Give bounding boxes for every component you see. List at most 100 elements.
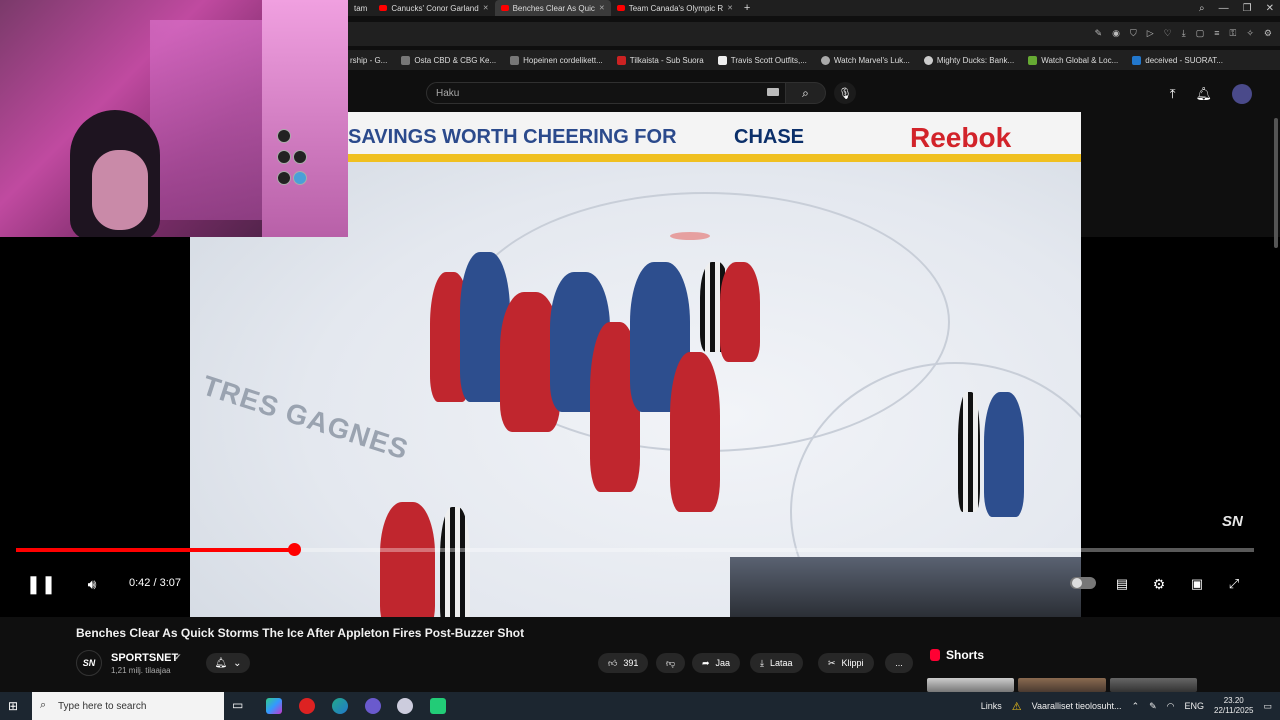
more-actions-button[interactable]: ... bbox=[885, 653, 913, 673]
bell-icon[interactable]: 🔔︎ bbox=[1195, 86, 1212, 102]
browser-tab[interactable]: tam bbox=[348, 0, 373, 16]
scissors-icon: ✂ bbox=[828, 657, 836, 668]
clock[interactable]: 23.20 22/11/2025 bbox=[1214, 696, 1253, 716]
mute-button[interactable]: 🔊︎ bbox=[82, 573, 102, 595]
scrubber-handle[interactable] bbox=[288, 543, 302, 556]
miniplayer-button[interactable]: ▣ bbox=[1187, 573, 1207, 595]
bookmark[interactable]: Mighty Ducks: Bank... bbox=[923, 55, 1014, 65]
bookmark[interactable]: Watch Global & Loc... bbox=[1028, 55, 1118, 65]
shorts-thumbnails bbox=[927, 678, 1197, 692]
shorts-heading[interactable]: Shorts bbox=[930, 648, 984, 662]
video-player[interactable]: SAVINGS WORTH CHEERING FOR CHASE Reebok … bbox=[0, 112, 1280, 617]
referee-figure bbox=[958, 392, 980, 512]
settings-button[interactable]: ⚙ bbox=[1149, 573, 1169, 595]
lock-icon[interactable]: ⚿ bbox=[1230, 28, 1237, 39]
close-icon[interactable]: ✕ bbox=[483, 4, 489, 12]
camera-icon[interactable]: ◉ bbox=[1112, 28, 1120, 39]
app-icon[interactable] bbox=[430, 698, 446, 714]
fullscreen-button[interactable]: ⤢ bbox=[1224, 573, 1244, 595]
app-icon[interactable] bbox=[266, 698, 282, 714]
subscription-bell-button[interactable]: 🔔︎ ⌄ bbox=[206, 653, 250, 673]
bookmarks-bar: rship - G... Osta CBD & CBG Ke... Hopein… bbox=[348, 50, 1280, 70]
player-scrum bbox=[430, 252, 770, 512]
opera-icon[interactable] bbox=[299, 698, 315, 714]
bookmark[interactable]: Watch Marvel's Luk... bbox=[820, 55, 910, 65]
microphone-icon: 🎙︎ bbox=[838, 87, 852, 100]
shorts-thumbnail[interactable] bbox=[927, 678, 1015, 692]
subtitles-button[interactable]: ▤ bbox=[1112, 573, 1132, 595]
keyboard-icon[interactable] bbox=[767, 88, 779, 96]
chevron-up-icon[interactable]: ⌃ bbox=[1132, 701, 1140, 712]
browser-tab-active[interactable]: Benches Clear As Quic ✕ bbox=[494, 0, 611, 16]
windows-start-icon[interactable]: ⊞ bbox=[8, 699, 22, 713]
aria-icon[interactable]: ✧ bbox=[1246, 28, 1254, 39]
new-tab-button[interactable]: + bbox=[739, 2, 755, 14]
restore-icon[interactable]: ❐ bbox=[1243, 3, 1252, 14]
tab-label: tam bbox=[354, 3, 368, 13]
scrollbar-thumb[interactable] bbox=[1274, 118, 1278, 248]
wifi-icon[interactable]: ◠ bbox=[1167, 701, 1175, 712]
links-toolbar[interactable]: Links bbox=[981, 701, 1002, 711]
browser-tab[interactable]: Team Canada's Olympic R ✕ bbox=[611, 0, 739, 16]
play-icon[interactable]: ▷ bbox=[1147, 28, 1154, 39]
page-scrollbar[interactable] bbox=[1272, 112, 1280, 692]
close-icon[interactable]: ✕ bbox=[727, 4, 733, 12]
player-figure bbox=[984, 392, 1024, 517]
app-icon[interactable] bbox=[397, 698, 413, 714]
taskbar-search-input[interactable]: ⌕ Type here to search bbox=[32, 692, 224, 720]
channel-name[interactable]: SPORTSNET bbox=[111, 652, 178, 664]
upload-icon[interactable]: ⤒ bbox=[1170, 86, 1176, 102]
edge-icon[interactable] bbox=[332, 698, 348, 714]
close-icon[interactable]: ✕ bbox=[599, 4, 605, 12]
avatar[interactable] bbox=[1232, 84, 1252, 104]
dislike-button[interactable]: 👎︎ bbox=[656, 653, 686, 673]
language-indicator[interactable]: ENG bbox=[1185, 701, 1205, 711]
extension-icons: ✎ ◉ ⛉ ▷ ♡ ⤓ ▢ ≡ ⚿ ✧ ⚙ bbox=[1095, 28, 1272, 39]
progress-bar[interactable] bbox=[16, 543, 1254, 556]
notification-icon[interactable]: ▭ bbox=[1263, 701, 1272, 712]
close-window-icon[interactable]: ✕ bbox=[1266, 3, 1274, 14]
search-input[interactable]: Haku bbox=[426, 82, 786, 104]
bookmark[interactable]: Travis Scott Outfits,... bbox=[717, 55, 807, 65]
progress-played bbox=[16, 548, 295, 552]
heart-icon[interactable]: ♡ bbox=[1164, 28, 1172, 39]
shorts-label: Shorts bbox=[946, 648, 985, 662]
bookmark[interactable]: rship - G... bbox=[350, 56, 387, 65]
weather-warning[interactable]: Vaaralliset tieolosuht... bbox=[1032, 701, 1122, 711]
bookmark[interactable]: Tilkaista - Sub Suora bbox=[616, 55, 704, 65]
edit-icon[interactable]: ✎ bbox=[1095, 28, 1103, 39]
browser-tab[interactable]: Canucks' Conor Garland ✕ bbox=[373, 0, 494, 16]
like-button[interactable]: 👍︎ 391 bbox=[598, 653, 649, 673]
shield-icon[interactable]: ⛉ bbox=[1130, 28, 1137, 39]
discord-icon[interactable] bbox=[365, 698, 381, 714]
download-icon[interactable]: ⤓ bbox=[1182, 28, 1186, 39]
warning-icon[interactable]: ⚠ bbox=[1012, 700, 1022, 713]
screen: tam Canucks' Conor Garland ✕ Benches Clea… bbox=[0, 0, 1280, 720]
download-button[interactable]: ⤓ Lataa bbox=[750, 653, 803, 673]
autoplay-toggle[interactable] bbox=[1070, 577, 1096, 589]
bookmark[interactable]: Osta CBD & CBG Ke... bbox=[401, 55, 496, 65]
download-label: Lataa bbox=[769, 658, 793, 668]
clip-button[interactable]: ✂ Klippi bbox=[818, 653, 874, 673]
bookmark[interactable]: Hopeinen cordelikett... bbox=[510, 55, 603, 65]
voice-search-button[interactable]: 🎙︎ bbox=[834, 82, 856, 104]
share-button[interactable]: ➦ Jaa bbox=[692, 653, 741, 673]
pen-icon[interactable]: ✎ bbox=[1149, 701, 1157, 712]
header-actions: ⤒ 🔔︎ bbox=[1170, 84, 1252, 104]
wall-stickers bbox=[276, 128, 316, 198]
pause-button[interactable]: ❚❚ bbox=[26, 573, 56, 595]
minimize-icon[interactable]: — bbox=[1219, 3, 1229, 14]
bookmark[interactable]: deceived - SUORAT... bbox=[1132, 55, 1223, 65]
thumbs-down-icon: 👎︎ bbox=[666, 657, 676, 668]
task-view-icon[interactable]: ▭ bbox=[232, 698, 248, 714]
wallet-icon[interactable]: ▢ bbox=[1196, 28, 1205, 39]
search-tabs-icon[interactable]: ⌕ bbox=[1199, 3, 1205, 14]
search-button[interactable]: ⌕ bbox=[786, 82, 826, 104]
channel-avatar[interactable]: SN bbox=[76, 650, 102, 676]
settings-icon[interactable]: ⚙ bbox=[1264, 28, 1272, 39]
shorts-thumbnail[interactable] bbox=[1018, 678, 1106, 692]
shorts-thumbnail[interactable] bbox=[1109, 678, 1197, 692]
menu-icon[interactable]: ≡ bbox=[1214, 28, 1219, 39]
address-bar[interactable]: ✎ ◉ ⛉ ▷ ♡ ⤓ ▢ ≡ ⚿ ✧ ⚙ bbox=[348, 22, 1280, 46]
download-icon: ⤓ bbox=[760, 657, 764, 668]
